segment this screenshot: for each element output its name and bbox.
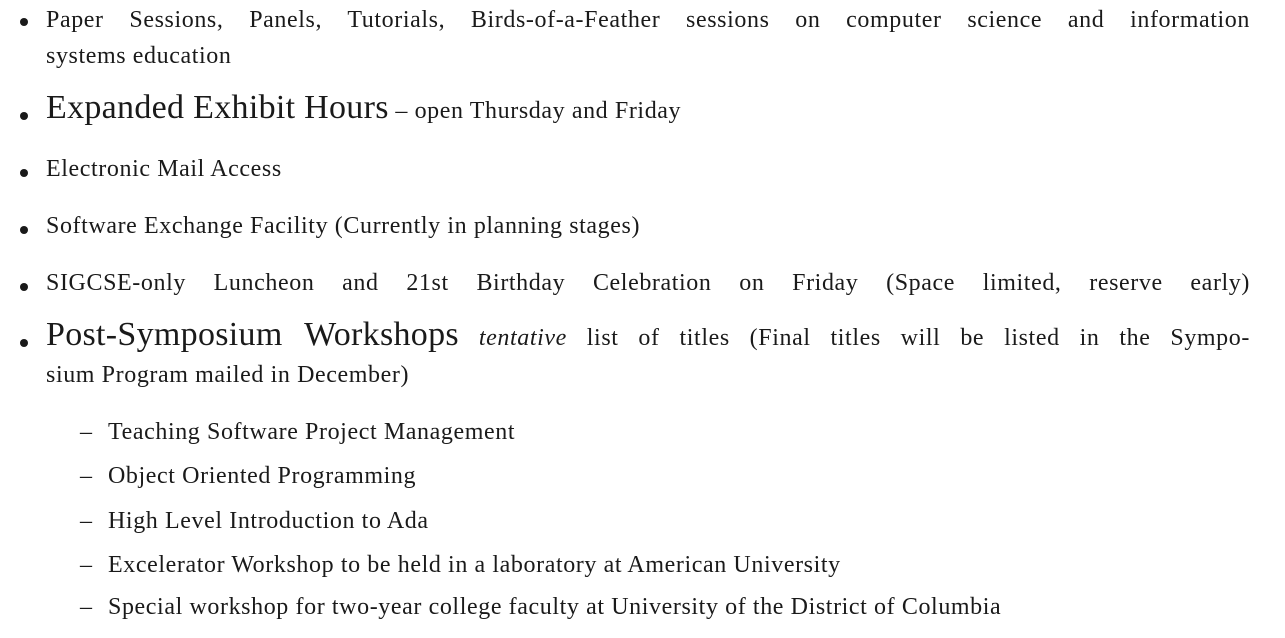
workshops-title: Post-Symposium Workshops [46, 316, 459, 353]
bullet-icon [20, 339, 28, 347]
dash-icon: – [80, 463, 92, 489]
workshop-item: Excelerator Workshop to be held in a lab… [108, 552, 841, 578]
bullet-icon [20, 112, 28, 120]
bullet-icon [20, 18, 28, 26]
workshop-item: Object Oriented Programming [108, 463, 417, 489]
workshop-item: Special workshop for two-year college fa… [108, 594, 1002, 620]
exhibit-title: Expanded Exhibit Hours [46, 89, 389, 126]
workshops-emph: tentative [478, 325, 567, 351]
bullet-icon [20, 169, 28, 177]
dash-icon: – [80, 594, 92, 620]
workshop-item: Teaching Software Project Management [108, 419, 516, 445]
workshops-detail: list of titles (Final titles will be lis… [566, 325, 1250, 351]
list-item-exhibit: Expanded Exhibit Hours – open Thursday a… [46, 91, 682, 126]
dash-icon: – [80, 508, 92, 534]
list-item-email: Electronic Mail Access [46, 156, 282, 182]
list-item-sessions-cont: systems education [46, 43, 232, 69]
list-item-sessions: Paper Sessions, Panels, Tutorials, Birds… [46, 7, 1250, 33]
list-item-workshops: Post-Symposium Workshops tentative list … [46, 318, 1250, 353]
exhibit-detail: – open Thursday and Friday [388, 98, 682, 124]
dash-icon: – [80, 552, 92, 578]
list-item-workshops-cont: sium Program mailed in December) [46, 362, 410, 388]
bullet-icon [20, 283, 28, 291]
list-item-luncheon: SIGCSE-only Luncheon and 21st Birthday C… [46, 270, 1250, 296]
workshop-item: High Level Introduction to Ada [108, 508, 429, 534]
dash-icon: – [80, 419, 92, 445]
bullet-icon [20, 226, 28, 234]
list-item-software-exchange: Software Exchange Facility (Currently in… [46, 213, 641, 239]
